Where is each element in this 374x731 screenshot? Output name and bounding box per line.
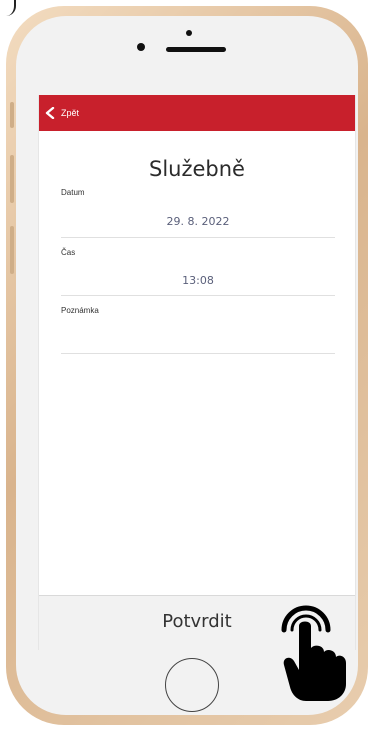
- front-camera: [137, 43, 145, 51]
- corner-artifact: [0, 0, 16, 16]
- note-label: Poznámka: [61, 306, 99, 315]
- earpiece-speaker: [166, 47, 226, 52]
- back-button[interactable]: Zpět: [45, 106, 79, 120]
- volume-up-button: [10, 155, 14, 203]
- time-field[interactable]: 13:08: [61, 274, 335, 287]
- tap-hand-icon: [281, 605, 346, 701]
- home-button[interactable]: [165, 658, 219, 712]
- date-field[interactable]: 29. 8. 2022: [61, 215, 335, 228]
- note-divider: [61, 353, 335, 354]
- time-label: Čas: [61, 248, 76, 257]
- proximity-sensor: [186, 30, 192, 36]
- volume-down-button: [10, 226, 14, 274]
- date-divider: [61, 237, 335, 238]
- app-screen: Zpět Služebně Datum 29. 8. 2022 Čas 13:0…: [38, 95, 356, 650]
- time-divider: [61, 295, 335, 296]
- navigation-bar: Zpět: [39, 95, 355, 131]
- note-field[interactable]: [61, 327, 335, 351]
- chevron-left-icon: [45, 107, 55, 119]
- page-title: Služebně: [149, 157, 245, 181]
- mute-switch: [10, 102, 14, 128]
- date-label: Datum: [61, 188, 85, 197]
- back-button-label: Zpět: [61, 108, 80, 118]
